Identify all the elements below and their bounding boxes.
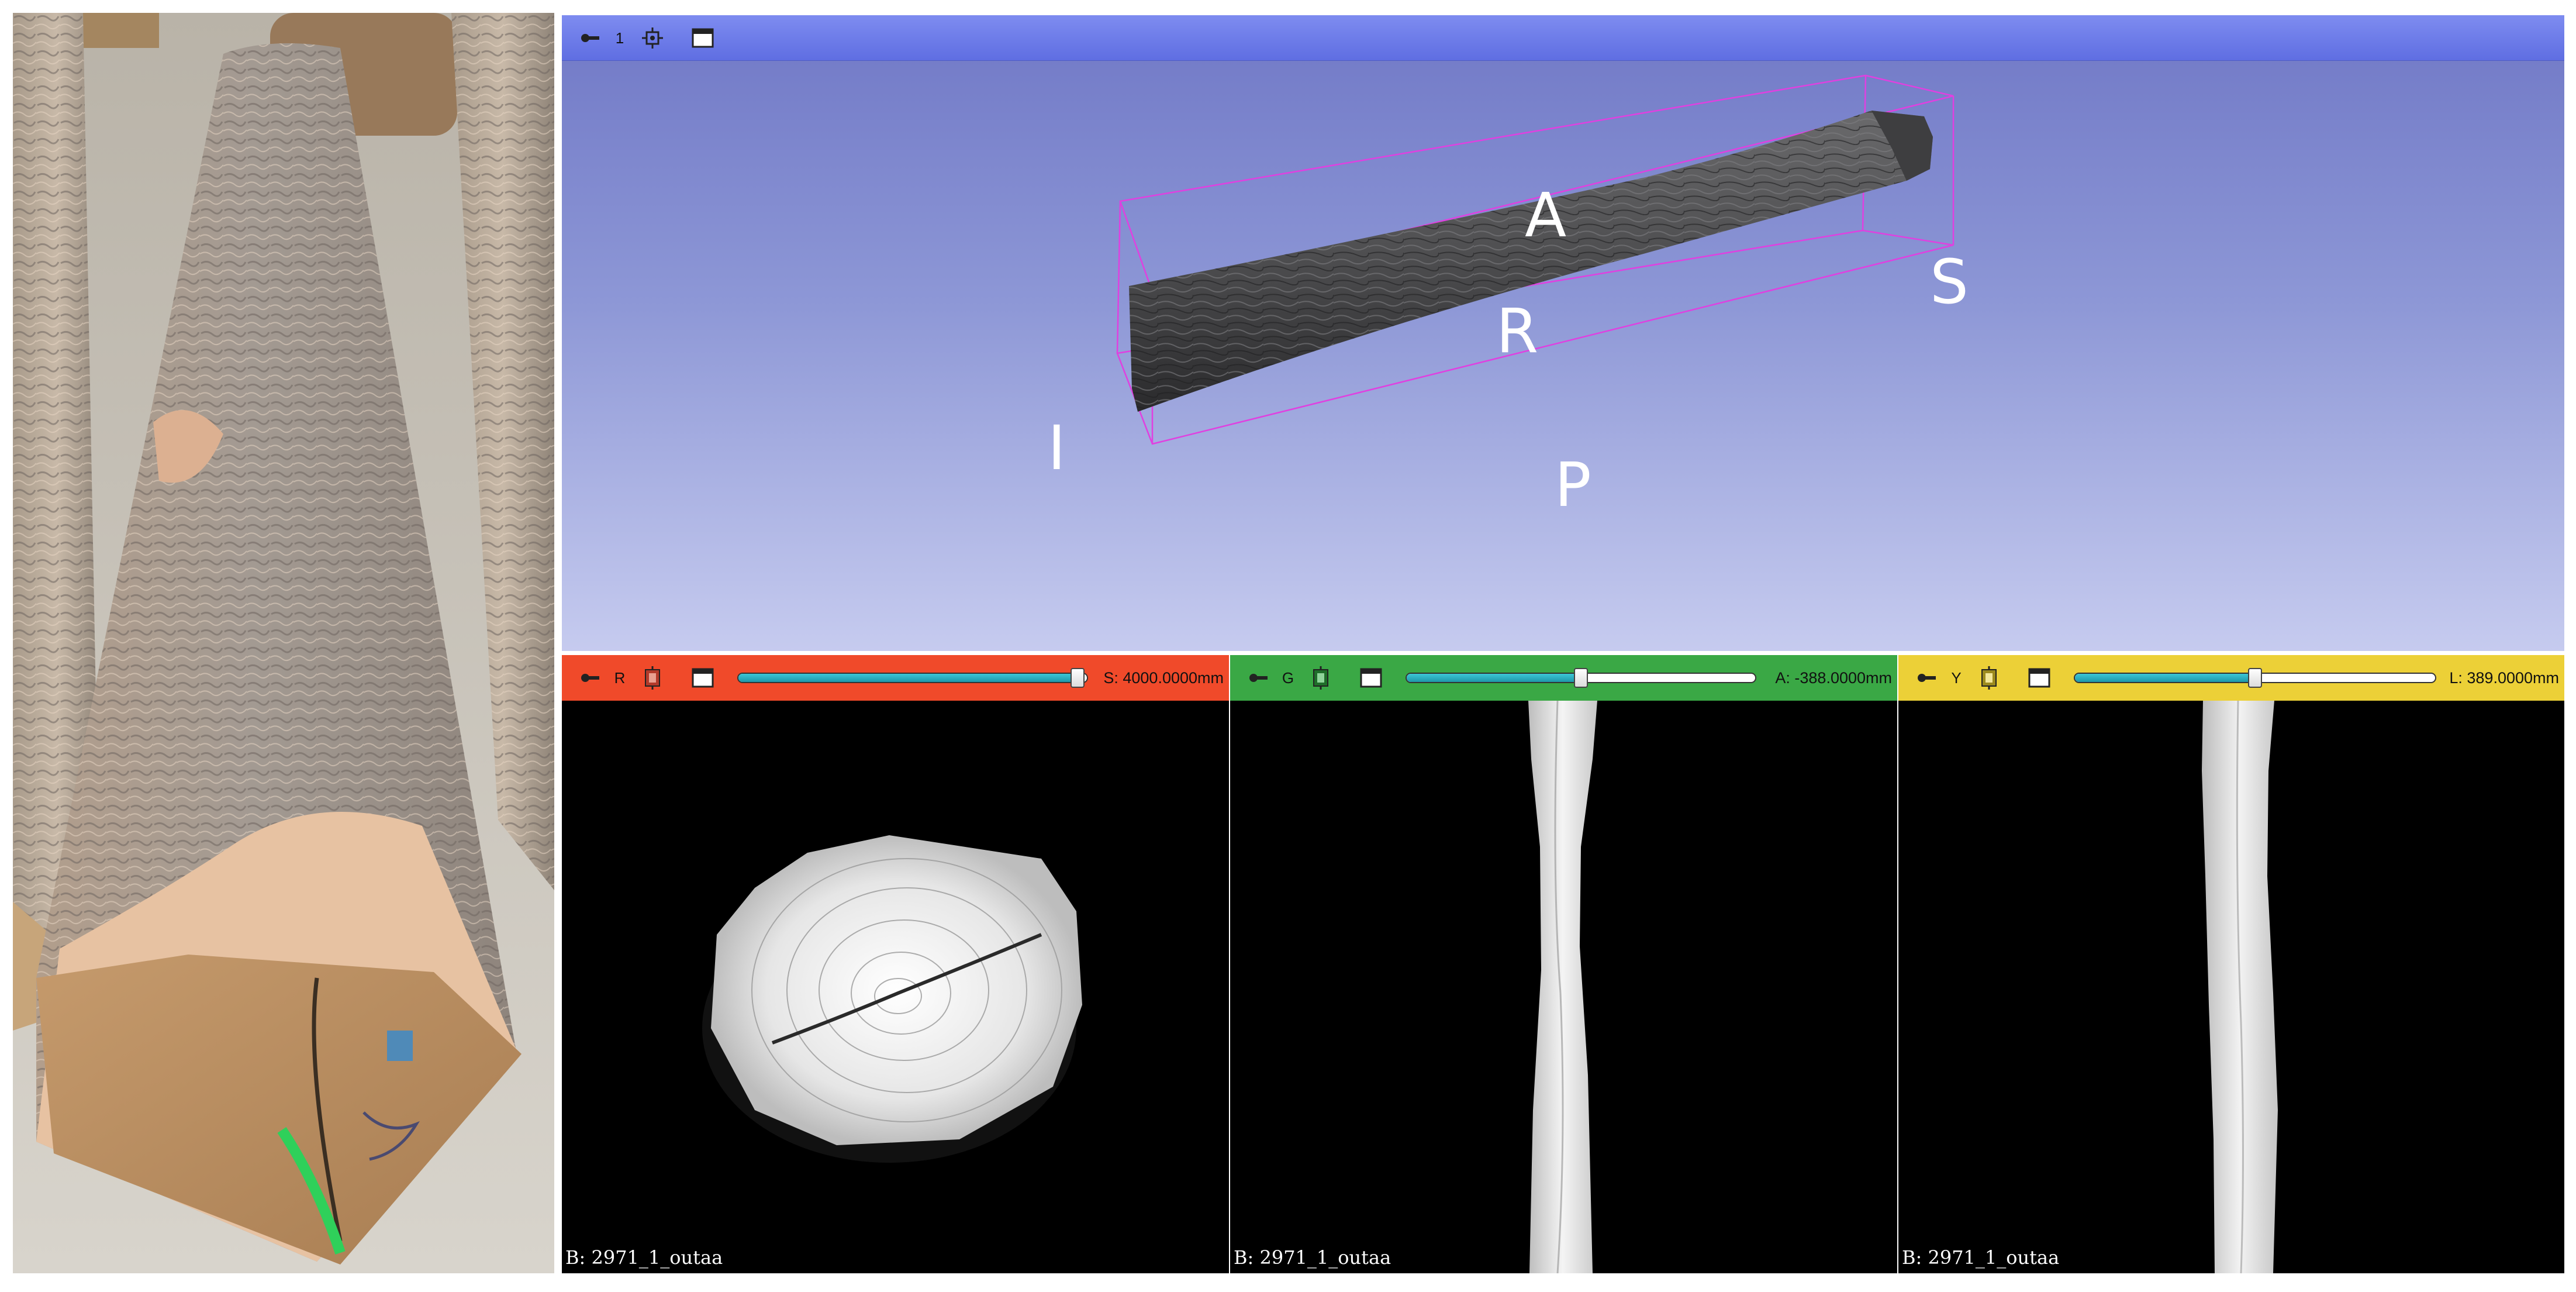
maximize-icon[interactable] <box>1356 655 1386 701</box>
3d-view[interactable]: 1 A R S I P <box>562 15 2564 651</box>
orientation-right: R <box>1496 295 1539 367</box>
slice-letter: G <box>1282 669 1294 687</box>
red-slice-view[interactable]: R S: 4000.0000mm B: 2971_1_outaa <box>562 655 1229 1273</box>
maximize-icon[interactable] <box>2025 655 2054 701</box>
sagittal-section-image <box>2202 701 2278 1273</box>
orientation-posterior: P <box>1555 449 1591 521</box>
green-slice-controller-bar: G A: -388.0000mm <box>1230 655 1897 701</box>
slice-offset-value: S: 4000.0000mm <box>1103 669 1224 687</box>
coronal-section-image <box>1528 701 1597 1273</box>
axial-cross-section-image <box>702 835 1082 1163</box>
red-slice-controller-bar: R S: 4000.0000mm <box>562 655 1229 701</box>
3d-render <box>1116 74 1955 445</box>
center-view-icon[interactable] <box>638 15 667 61</box>
log-photo <box>13 13 554 1273</box>
pin-icon[interactable] <box>576 655 605 701</box>
green-slice-view[interactable]: G A: -388.0000mm B: 2971_1_outaa <box>1230 655 1897 1273</box>
pin-icon[interactable] <box>576 15 605 61</box>
pin-icon[interactable] <box>1244 655 1273 701</box>
yellow-slice-controller-bar: Y L: 389.0000mm <box>1898 655 2564 701</box>
3d-view-controller-bar: 1 <box>562 15 2564 61</box>
pin-icon[interactable] <box>1912 655 1942 701</box>
layer-visibility-icon[interactable] <box>1974 655 2004 701</box>
maximize-icon[interactable] <box>688 15 717 61</box>
volume-label: B: 2971_1_outaa <box>565 1246 723 1269</box>
view-number: 1 <box>615 29 624 47</box>
log-photo-image <box>13 13 554 1273</box>
layer-visibility-icon[interactable] <box>1306 655 1335 701</box>
layer-visibility-icon[interactable] <box>638 655 667 701</box>
slider-handle[interactable] <box>1574 668 1588 688</box>
slice-offset-value: A: -388.0000mm <box>1775 669 1892 687</box>
volume-label: B: 2971_1_outaa <box>1902 1246 2060 1269</box>
slice-letter: R <box>614 669 626 687</box>
slider-fill <box>2075 674 2255 682</box>
orientation-superior: S <box>1930 246 1969 318</box>
slider-handle[interactable] <box>1071 668 1085 688</box>
orientation-anterior: A <box>1525 180 1567 251</box>
slider-handle[interactable] <box>2248 668 2262 688</box>
yellow-slice-view[interactable]: Y L: 389.0000mm B: 2971_1_outaa <box>1898 655 2564 1273</box>
maximize-icon[interactable] <box>688 655 717 701</box>
slice-offset-slider[interactable] <box>737 673 1088 683</box>
slider-fill <box>1407 674 1581 682</box>
slice-offset-value: L: 389.0000mm <box>2449 669 2559 687</box>
slider-fill <box>738 674 1077 682</box>
slice-letter: Y <box>1951 669 1962 687</box>
volume-label: B: 2971_1_outaa <box>1234 1246 1391 1269</box>
orientation-inferior: I <box>1048 412 1066 484</box>
